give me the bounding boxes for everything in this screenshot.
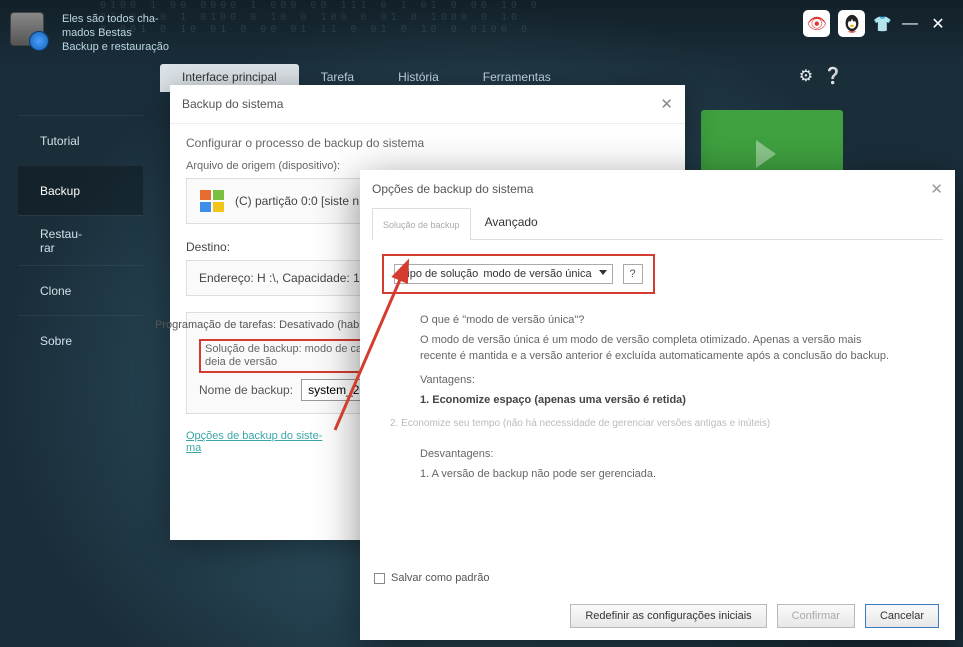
source-value: (C) partição 0:0 [siste n [235, 194, 359, 208]
solution-type-highlight: Tipo de solução modo de versão única ? [382, 254, 655, 294]
advantage-1: 1. Economize espaço (apenas uma versão é… [420, 392, 890, 408]
help-icon[interactable]: ❔ [823, 66, 843, 86]
sidebar-item-clone[interactable]: Clone [18, 265, 143, 315]
minimize-button[interactable]: — [900, 15, 920, 33]
theme-icon[interactable]: 👕 [873, 15, 892, 33]
app-title: Eles são todos cha- mados Bestas Backup … [62, 12, 169, 54]
desc-heading-disadvantages: Desvantagens: [420, 448, 890, 460]
sidebar-item-restore[interactable]: Restau- rar [18, 215, 143, 265]
sidebar-item-backup[interactable]: Backup [18, 165, 143, 215]
sidebar-item-about[interactable]: Sobre [18, 315, 143, 365]
dialog-backup-options: Opções de backup do sistema ✕ Solução de… [360, 170, 955, 640]
save-default-checkbox[interactable] [374, 573, 385, 584]
desc-heading-advantages: Vantagens: [420, 374, 890, 386]
gear-icon[interactable]: ⚙ [799, 66, 813, 86]
sidebar-item-tutorial[interactable]: Tutorial [18, 115, 143, 165]
dialog1-title: Backup do sistema [182, 97, 283, 111]
chevron-down-icon [599, 270, 607, 275]
backup-solution-highlight: Solução de backup: modo de ca- deia de v… [199, 339, 372, 373]
weibo-icon[interactable]: 👁 [803, 10, 830, 37]
desc-heading-what: O que é "modo de versão única"? [420, 314, 890, 326]
reset-defaults-button[interactable]: Redefinir as configurações iniciais [570, 604, 766, 628]
dialog1-close-icon[interactable]: ✕ [660, 95, 673, 113]
app-icon [10, 12, 52, 54]
solution-help-button[interactable]: ? [623, 264, 643, 284]
close-button[interactable]: ✕ [928, 14, 948, 34]
qq-icon[interactable] [838, 10, 865, 37]
tab-backup-solution[interactable]: Solução de backup [372, 208, 471, 240]
windows-icon [199, 189, 225, 213]
desc-body: O modo de versão única é um modo de vers… [420, 332, 890, 364]
dialog2-close-icon[interactable]: ✕ [930, 180, 943, 198]
save-default-label: Salvar como padrão [391, 572, 489, 584]
sidebar: Tutorial Backup Restau- rar Clone Sobre [18, 115, 143, 365]
cancel-button[interactable]: Cancelar [865, 604, 939, 628]
advantage-2: 2. Economize seu tempo (não há necessida… [390, 416, 890, 432]
dialog1-subtitle: Configurar o processo de backup do siste… [186, 136, 669, 150]
confirm-button[interactable]: Confirmar [777, 604, 855, 628]
solution-type-dropdown[interactable]: Tipo de solução modo de versão única [394, 264, 613, 284]
backup-name-label: Nome de backup: [199, 383, 293, 397]
dialog2-title: Opções de backup do sistema [372, 182, 533, 196]
tab-advanced[interactable]: Avançado [471, 208, 552, 239]
disadvantage-1: 1. A versão de backup não pode ser geren… [420, 466, 890, 482]
